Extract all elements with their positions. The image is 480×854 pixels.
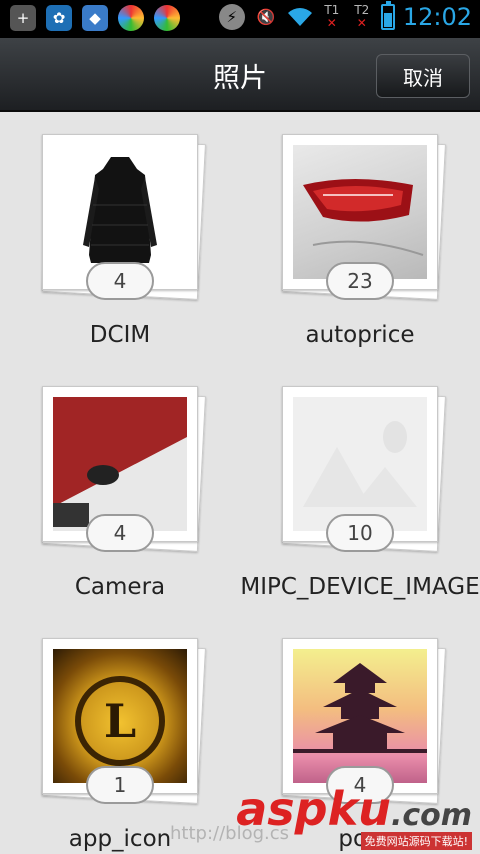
album-item[interactable]: 23 autoprice xyxy=(240,114,480,366)
photo-count-badge: 4 xyxy=(86,514,154,552)
album-name: autoprice xyxy=(305,322,415,348)
watermark-logo: aspku.com xyxy=(236,782,472,836)
color-wheel-icon xyxy=(154,5,180,31)
sim2-signal: T2 ✕ xyxy=(354,3,370,30)
album-thumbnail xyxy=(53,145,187,279)
battery-icon xyxy=(380,1,395,30)
album-item[interactable]: 10 MIPC_DEVICE_IMAGE xyxy=(240,366,480,618)
title-bar: 照片 取消 xyxy=(0,38,480,112)
album-thumbnail: L xyxy=(53,649,187,783)
photo-count-badge: 1 xyxy=(86,766,154,804)
photo-count-badge: 4 xyxy=(86,262,154,300)
album-item[interactable]: 4 Camera xyxy=(0,366,240,618)
album-thumbnail xyxy=(53,397,187,531)
album-item[interactable]: 4 DCIM xyxy=(0,114,240,366)
album-thumbnail xyxy=(293,649,427,783)
power-saver-icon: ⚡ xyxy=(218,4,245,30)
sim1-signal: T1 ✕ xyxy=(324,3,340,30)
album-thumbnail-stack: L 1 xyxy=(42,638,206,804)
album-name: MIPC_DEVICE_IMAGE xyxy=(240,574,480,600)
album-name: DCIM xyxy=(89,322,151,348)
status-bar: + ✿ ◆ ⚡ 🔇 T1 ✕ T2 ✕ 12:02 xyxy=(0,0,480,38)
add-icon: + xyxy=(10,5,36,31)
image-placeholder-icon xyxy=(293,397,427,531)
album-thumbnail-stack: 4 xyxy=(282,638,446,804)
album-thumbnail xyxy=(293,145,427,279)
cancel-button[interactable]: 取消 xyxy=(376,54,470,98)
album-item[interactable]: L 1 app_icon xyxy=(0,618,240,854)
album-name: Camera xyxy=(74,574,166,600)
album-thumbnail-stack: 10 xyxy=(282,386,446,552)
shield-icon: ◆ xyxy=(82,5,108,31)
system-status: ⚡ 🔇 T1 ✕ T2 ✕ 12:02 xyxy=(218,1,472,31)
album-thumbnail-stack: 4 xyxy=(42,134,206,300)
album-thumbnail-stack: 23 xyxy=(282,134,446,300)
notification-icons: + ✿ ◆ xyxy=(10,5,180,31)
watermark-tagline: 免费网站源码下载站! xyxy=(360,832,472,850)
color-wheel-icon xyxy=(118,5,144,31)
butterfly-icon: ✿ xyxy=(46,5,72,31)
mute-icon: 🔇 xyxy=(256,8,276,26)
clock: 12:02 xyxy=(402,3,472,31)
wifi-icon xyxy=(287,4,313,30)
photo-count-badge: 10 xyxy=(326,514,394,552)
photo-count-badge: 23 xyxy=(326,262,394,300)
album-grid: 4 DCIM 23 autoprice 4 Camera 10 MIPC_DEV… xyxy=(0,114,480,854)
svg-text:L: L xyxy=(104,694,136,748)
album-thumbnail-stack: 4 xyxy=(42,386,206,552)
